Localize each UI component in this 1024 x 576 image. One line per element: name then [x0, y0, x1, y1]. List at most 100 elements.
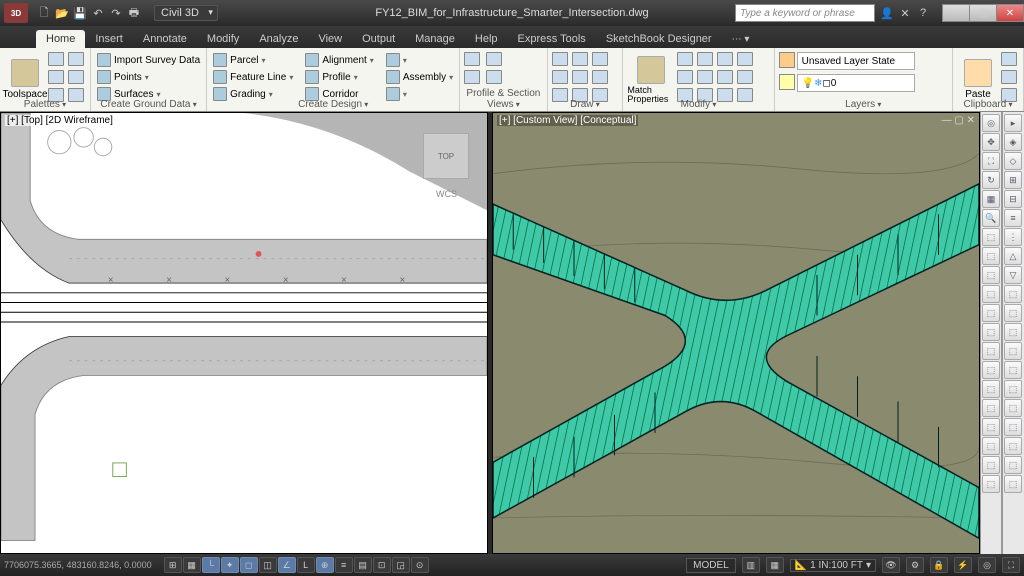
viewport-left[interactable]: [+] [Top] [2D Wireframe] TOP WCS — [0, 112, 488, 554]
tool-icon[interactable]: ⬚ — [982, 437, 1000, 455]
isolate-icon[interactable]: ◎ — [978, 557, 996, 573]
zoom-extents-icon[interactable]: ⛶ — [982, 152, 1000, 170]
tool-icon[interactable]: ⬚ — [1004, 361, 1022, 379]
tool-icon[interactable]: ⊞ — [1004, 171, 1022, 189]
redo-icon[interactable]: ↷ — [108, 5, 124, 21]
layer-state-dropdown[interactable]: Unsaved Layer State — [797, 52, 915, 70]
import-survey-button[interactable]: Import Survey Data — [95, 52, 202, 68]
model-space-button[interactable]: MODEL — [686, 558, 736, 573]
profile-button[interactable]: Profile▾ — [303, 69, 375, 85]
hatch-icon[interactable] — [592, 70, 608, 84]
rectangle-icon[interactable] — [572, 70, 588, 84]
tool-icon[interactable]: ⬚ — [1004, 437, 1022, 455]
tab-modify[interactable]: Modify — [197, 30, 249, 48]
viewport-label[interactable]: [+] [Custom View] [Conceptual] — [497, 115, 638, 126]
qp-toggle[interactable]: ⊡ — [373, 557, 391, 573]
print-icon[interactable]: 🖶 — [126, 5, 142, 21]
tool-icon[interactable]: ⬚ — [1004, 285, 1022, 303]
copy-clip-icon[interactable] — [1001, 70, 1017, 84]
ribbon-expand-icon[interactable]: ⋯ ▾ — [726, 31, 756, 48]
palette-icon[interactable] — [68, 52, 84, 66]
cut-icon[interactable] — [1001, 52, 1017, 66]
help-search-input[interactable]: Type a keyword or phrase — [735, 4, 875, 22]
zoom-icon[interactable]: 🔍 — [982, 209, 1000, 227]
palette-icon[interactable] — [68, 70, 84, 84]
sample-lines-icon[interactable] — [464, 70, 480, 84]
tool-icon[interactable]: ⬚ — [1004, 475, 1022, 493]
tab-output[interactable]: Output — [352, 30, 405, 48]
tab-manage[interactable]: Manage — [405, 30, 465, 48]
tool-icon[interactable]: ⬚ — [982, 475, 1000, 493]
polar-toggle[interactable]: ✦ — [221, 557, 239, 573]
alignment-button[interactable]: Alignment▾ — [303, 52, 375, 68]
trim-icon[interactable] — [717, 52, 733, 66]
clean-screen-icon[interactable]: ⛶ — [1002, 557, 1020, 573]
tool-icon[interactable]: ⬚ — [1004, 342, 1022, 360]
lwt-toggle[interactable]: ≡ — [335, 557, 353, 573]
am-toggle[interactable]: ⊙ — [411, 557, 429, 573]
signin-icon[interactable]: 👤 — [879, 5, 895, 21]
line-icon[interactable] — [552, 52, 568, 66]
workspace-dropdown[interactable]: Civil 3D — [154, 5, 218, 21]
viewport-right[interactable]: [+] [Custom View] [Conceptual] — ▢ ✕ — [492, 112, 980, 554]
open-icon[interactable]: 📂 — [54, 5, 70, 21]
tool-icon[interactable]: ⬚ — [982, 399, 1000, 417]
tool-icon[interactable]: ⋮ — [1004, 228, 1022, 246]
orbit-icon[interactable]: ↻ — [982, 171, 1000, 189]
tool-icon[interactable]: ▸ — [1004, 114, 1022, 132]
mirror-icon[interactable] — [697, 70, 713, 84]
tpy-toggle[interactable]: ▤ — [354, 557, 372, 573]
maximize-button[interactable]: ▢ — [969, 4, 997, 22]
tool-icon[interactable]: ⬚ — [982, 285, 1000, 303]
tool-icon[interactable]: ⬚ — [1004, 456, 1022, 474]
toolbar-lock-icon[interactable]: 🔒 — [930, 557, 948, 573]
tab-sketchbook[interactable]: SketchBook Designer — [596, 30, 722, 48]
rotate-icon[interactable] — [697, 52, 713, 66]
tool-icon[interactable]: ⬚ — [982, 380, 1000, 398]
tool-icon[interactable]: ⬚ — [1004, 418, 1022, 436]
annotation-scale[interactable]: 📐 1 IN:100 FT ▾ — [790, 559, 876, 572]
arc-icon[interactable] — [552, 70, 568, 84]
tab-analyze[interactable]: Analyze — [249, 30, 308, 48]
feature-line-button[interactable]: Feature Line▾ — [211, 69, 295, 85]
tool-icon[interactable]: ⬚ — [982, 456, 1000, 474]
tool-icon[interactable]: ⬚ — [1004, 380, 1022, 398]
fillet-icon[interactable] — [717, 70, 733, 84]
tab-insert[interactable]: Insert — [85, 30, 133, 48]
close-button[interactable]: ✕ — [996, 4, 1024, 22]
tool-icon[interactable]: ⬚ — [1004, 399, 1022, 417]
workspace-switching-icon[interactable]: ⚙ — [906, 557, 924, 573]
dyn-toggle[interactable]: ⊕ — [316, 557, 334, 573]
sc-toggle[interactable]: ◲ — [392, 557, 410, 573]
section-icon[interactable] — [486, 70, 502, 84]
tool-icon[interactable]: ⊟ — [1004, 190, 1022, 208]
copy-icon[interactable] — [677, 70, 693, 84]
app-menu-icon[interactable]: 3D — [4, 3, 28, 23]
tab-express-tools[interactable]: Express Tools — [508, 30, 596, 48]
tool-icon[interactable]: ⬚ — [982, 266, 1000, 284]
tab-view[interactable]: View — [308, 30, 352, 48]
tab-home[interactable]: Home — [36, 30, 85, 48]
otrack-toggle[interactable]: ∠ — [278, 557, 296, 573]
hardware-accel-icon[interactable]: ⚡ — [954, 557, 972, 573]
palette-icon[interactable] — [48, 70, 64, 84]
ortho-toggle[interactable]: └ — [202, 557, 220, 573]
tool-icon[interactable]: ≡ — [1004, 209, 1022, 227]
tool-icon[interactable]: △ — [1004, 247, 1022, 265]
viewcube[interactable]: TOP — [423, 133, 469, 179]
tab-help[interactable]: Help — [465, 30, 508, 48]
annotation-visibility-icon[interactable]: 👁 — [882, 557, 900, 573]
layer-icon[interactable] — [779, 74, 795, 90]
polyline-icon[interactable] — [572, 52, 588, 66]
showmotion-icon[interactable]: ▦ — [982, 190, 1000, 208]
tool-icon[interactable]: ⬚ — [982, 247, 1000, 265]
grid-toggle[interactable]: ▦ — [183, 557, 201, 573]
section-view-icon[interactable] — [486, 52, 502, 66]
tool-icon[interactable]: ⬚ — [982, 418, 1000, 436]
tool-icon[interactable]: ◈ — [1004, 133, 1022, 151]
tool-icon[interactable]: ⬚ — [982, 342, 1000, 360]
profile-view-icon[interactable] — [464, 52, 480, 66]
current-layer-dropdown[interactable]: 💡❄◻ 0 — [797, 74, 915, 92]
pan-icon[interactable]: ✥ — [982, 133, 1000, 151]
tool-icon[interactable]: ⬚ — [982, 304, 1000, 322]
